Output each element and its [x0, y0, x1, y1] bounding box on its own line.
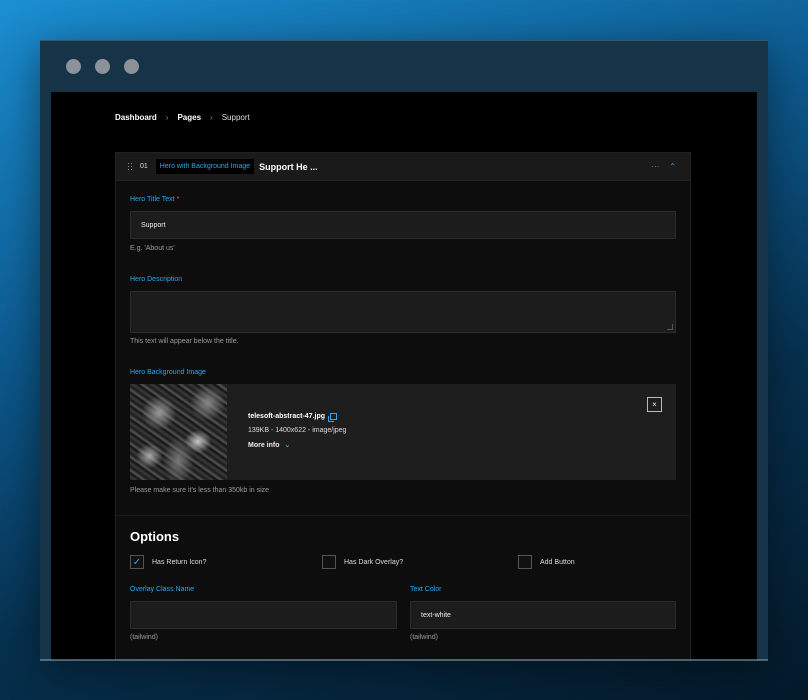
- chevron-down-icon: ⌄: [284, 442, 291, 449]
- overlay-class-label: Overlay Class Name: [130, 586, 195, 593]
- checkbox-checked-icon[interactable]: ✓: [130, 555, 144, 569]
- text-color-input[interactable]: text-white: [410, 601, 676, 629]
- hero-description-textarea[interactable]: [130, 291, 676, 333]
- breadcrumb-pages[interactable]: Pages: [177, 113, 201, 122]
- hero-title-value: Support: [141, 221, 166, 229]
- overlay-class-input[interactable]: [130, 601, 397, 629]
- hero-image-label: Hero Background Image: [130, 369, 206, 376]
- hero-title-hint: E.g. 'About us': [130, 245, 175, 252]
- file-name: telesoft-abstract-47.jpg: [248, 413, 326, 420]
- chevron-right-icon: ›: [210, 113, 213, 122]
- close-window-dot[interactable]: [66, 59, 81, 74]
- collapse-icon[interactable]: ⌃: [669, 162, 676, 171]
- block-title: Support He ...: [259, 161, 318, 172]
- window-controls: [66, 59, 139, 74]
- checkbox-label: Has Dark Overlay?: [344, 558, 404, 566]
- chevron-right-icon: ›: [165, 113, 169, 122]
- maximize-window-dot[interactable]: [124, 59, 139, 74]
- text-color-value: text-white: [421, 611, 451, 619]
- block-header[interactable]: 01 Hero with Background Image Support He…: [116, 153, 690, 181]
- copy-icon[interactable]: [328, 413, 338, 422]
- checkbox-add-button[interactable]: Add Button: [518, 555, 575, 569]
- hero-block-panel: 01 Hero with Background Image Support He…: [115, 152, 691, 660]
- minimize-window-dot[interactable]: [95, 59, 110, 74]
- more-info-toggle[interactable]: More info ⌄: [248, 441, 291, 450]
- hero-title-input[interactable]: Support: [130, 211, 676, 239]
- checkbox-unchecked-icon[interactable]: [322, 555, 336, 569]
- checkbox-label: Add Button: [540, 558, 575, 566]
- breadcrumb: Dashboard › Pages › Support: [115, 113, 250, 122]
- breadcrumb-dashboard[interactable]: Dashboard: [115, 113, 157, 122]
- image-upload-card: telesoft-abstract-47.jpg 139KB - 1400x62…: [130, 384, 676, 480]
- block-number: 01: [140, 163, 148, 170]
- hero-description-hint: This text will appear below the title.: [130, 338, 239, 345]
- breadcrumb-current: Support: [221, 113, 250, 122]
- app-window: Dashboard › Pages › Support 01 Hero with…: [40, 40, 768, 660]
- checkbox-unchecked-icon[interactable]: [518, 555, 532, 569]
- more-options-icon[interactable]: ···: [651, 162, 659, 171]
- checkbox-label: Has Return Icon?: [152, 558, 207, 566]
- block-type-badge: Hero with Background Image: [155, 159, 255, 174]
- block-actions: ··· ⌃: [651, 162, 676, 171]
- hero-image-hint: Please make sure it's less than 350kb in…: [130, 487, 270, 494]
- cms-editor: Dashboard › Pages › Support 01 Hero with…: [51, 92, 757, 660]
- hero-title-label: Hero Title Text *: [130, 196, 179, 203]
- file-meta: 139KB - 1400x622 - image/jpeg: [248, 427, 347, 434]
- required-mark: *: [176, 196, 180, 203]
- checkbox-has-return-icon[interactable]: ✓ Has Return Icon?: [130, 555, 206, 569]
- remove-image-button[interactable]: ×: [647, 397, 662, 412]
- checkbox-has-dark-overlay[interactable]: Has Dark Overlay?: [322, 555, 403, 569]
- window-bottom-edge: [40, 659, 768, 661]
- options-heading: Options: [130, 529, 180, 544]
- hero-description-label: Hero Description: [130, 276, 183, 283]
- drag-handle-icon[interactable]: [128, 162, 132, 171]
- file-name-row: telesoft-abstract-47.jpg: [248, 413, 338, 422]
- more-info-label: More info: [248, 441, 280, 449]
- text-color-label: Text Color: [410, 586, 442, 593]
- resize-handle-icon[interactable]: [667, 324, 673, 330]
- hero-title-label-text: Hero Title Text: [130, 196, 175, 203]
- text-color-hint: (tailwind): [410, 634, 439, 641]
- image-thumbnail: [130, 384, 227, 480]
- section-divider: [116, 515, 690, 516]
- overlay-class-hint: (tailwind): [130, 634, 159, 641]
